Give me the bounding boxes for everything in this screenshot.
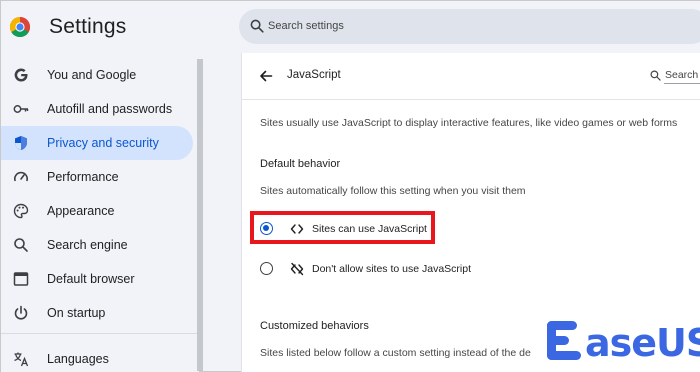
sidebar-item-label: Performance xyxy=(47,170,119,184)
back-arrow-icon[interactable] xyxy=(259,69,273,83)
search-icon xyxy=(250,19,264,33)
key-icon xyxy=(13,105,29,113)
shield-icon xyxy=(15,136,27,150)
sidebar-item-label: Appearance xyxy=(47,204,115,218)
code-off-icon xyxy=(290,262,304,276)
sidebar: You and Google Autofill and passwords Pr… xyxy=(1,53,199,372)
default-behavior-subtext: Sites automatically follow this setting … xyxy=(260,185,526,197)
sidebar-item-you-and-google[interactable]: You and Google xyxy=(1,58,193,92)
sidebar-item-label: Autofill and passwords xyxy=(47,102,173,116)
radio-button-unchecked[interactable] xyxy=(260,262,273,275)
sidebar-item-label: Languages xyxy=(47,352,109,366)
page-search-label: Search xyxy=(665,69,699,81)
default-behavior-heading: Default behavior xyxy=(260,158,341,170)
sidebar-item-languages[interactable]: Languages xyxy=(1,342,193,372)
sidebar-item-on-startup[interactable]: On startup xyxy=(1,296,193,330)
search-icon xyxy=(650,70,661,81)
customized-behaviors-heading: Customized behaviors xyxy=(260,320,369,332)
radio-option-block-javascript[interactable]: Don't allow sites to use JavaScript xyxy=(256,257,656,281)
option-label: Don't allow sites to use JavaScript xyxy=(312,263,471,275)
google-g-icon xyxy=(14,68,28,82)
translate-icon xyxy=(14,352,29,367)
speedometer-icon xyxy=(14,171,28,182)
search-settings-input[interactable]: Search settings xyxy=(239,9,700,44)
sidebar-item-label: Privacy and security xyxy=(47,136,159,150)
sidebar-item-label: Default browser xyxy=(47,272,135,286)
card-divider xyxy=(242,99,700,100)
sidebar-item-label: Search engine xyxy=(47,238,128,252)
app-title: Settings xyxy=(49,15,127,38)
javascript-description: Sites usually use JavaScript to display … xyxy=(260,117,678,129)
sidebar-item-label: You and Google xyxy=(47,68,137,82)
sidebar-item-default-browser[interactable]: Default browser xyxy=(1,262,193,296)
sidebar-item-privacy-and-security[interactable]: Privacy and security xyxy=(1,126,193,160)
highlight-annotation-box xyxy=(250,211,435,244)
power-icon xyxy=(14,305,28,320)
page-search-input[interactable]: Search xyxy=(650,69,700,84)
sidebar-item-search-engine[interactable]: Search engine xyxy=(1,228,193,262)
easeus-watermark-logo: aseUS xyxy=(543,319,700,369)
page-title: JavaScript xyxy=(287,69,341,81)
sidebar-item-performance[interactable]: Performance xyxy=(1,160,193,194)
search-icon xyxy=(14,238,28,252)
sidebar-item-autofill-and-passwords[interactable]: Autofill and passwords xyxy=(1,92,193,126)
sidebar-divider xyxy=(1,333,197,334)
customized-behaviors-subtext: Sites listed below follow a custom setti… xyxy=(260,347,531,359)
page-search-underline xyxy=(664,83,700,84)
search-placeholder: Search settings xyxy=(268,20,344,32)
browser-window-icon xyxy=(13,272,29,286)
chrome-logo-icon xyxy=(10,17,30,37)
sidebar-scrollbar[interactable] xyxy=(197,59,203,371)
app-header: Settings Search settings xyxy=(1,1,700,53)
sidebar-item-label: On startup xyxy=(47,306,106,320)
sidebar-item-appearance[interactable]: Appearance xyxy=(1,194,193,228)
palette-icon xyxy=(13,203,29,219)
watermark-text: aseUS xyxy=(585,321,700,365)
